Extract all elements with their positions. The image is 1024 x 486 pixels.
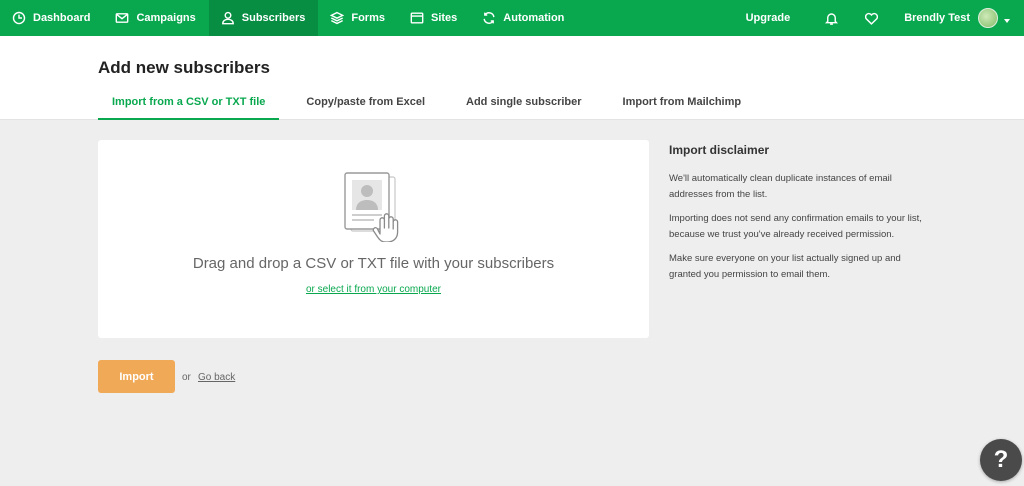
nav-right-group: Upgrade Brendly Test <box>746 0 1024 36</box>
upgrade-link[interactable]: Upgrade <box>746 12 791 24</box>
favorites-button[interactable] <box>864 10 880 26</box>
nav-item-label: Forms <box>351 12 385 24</box>
bell-icon <box>825 12 839 25</box>
nav-item-label: Dashboard <box>33 12 91 24</box>
import-button[interactable]: Import <box>98 360 175 393</box>
select-file-link[interactable]: or select it from your computer <box>98 284 649 295</box>
nav-item-automation[interactable]: Automation <box>470 0 577 36</box>
page-title: Add new subscribers <box>98 58 270 77</box>
disclaimer-paragraph: We'll automatically clean duplicate inst… <box>669 173 892 200</box>
chevron-down-icon <box>1004 19 1010 23</box>
disclaimer-paragraph: Make sure everyone on your list actually… <box>669 253 901 280</box>
heart-icon <box>865 12 879 25</box>
user-menu[interactable]: Brendly Test <box>904 8 1010 28</box>
tab-copy-paste-excel[interactable]: Copy/paste from Excel <box>292 88 439 120</box>
disclaimer-paragraph: Importing does not send any confirmation… <box>669 213 922 240</box>
help-button[interactable]: ? <box>980 439 1022 481</box>
tab-import-csv[interactable]: Import from a CSV or TXT file <box>98 88 280 120</box>
user-name: Brendly Test <box>904 12 970 24</box>
window-icon <box>410 12 424 24</box>
top-navigation: Dashboard Campaigns Subscribers Forms Si… <box>0 0 1024 36</box>
dashboard-icon <box>12 11 26 25</box>
notifications-button[interactable] <box>824 10 840 26</box>
nav-item-label: Campaigns <box>136 12 196 24</box>
layers-icon <box>330 11 345 25</box>
disclaimer-title: Import disclaimer <box>669 143 770 157</box>
tab-add-single-subscriber[interactable]: Add single subscriber <box>452 88 596 120</box>
import-tabs: Import from a CSV or TXT file Copy/paste… <box>98 88 768 120</box>
nav-item-label: Automation <box>503 12 565 24</box>
refresh-icon <box>483 12 495 24</box>
import-disclaimer: Import disclaimer We'll automatically cl… <box>669 143 931 291</box>
user-icon <box>221 11 234 25</box>
question-mark-icon: ? <box>993 446 1009 473</box>
nav-item-sites[interactable]: Sites <box>398 0 470 36</box>
file-drop-zone[interactable]: Drag and drop a CSV or TXT file with you… <box>98 140 649 338</box>
nav-item-subscribers[interactable]: Subscribers <box>208 0 319 36</box>
nav-item-label: Subscribers <box>241 12 306 24</box>
mail-icon <box>116 13 129 23</box>
document-hand-icon <box>344 172 399 242</box>
go-back-link[interactable]: Go back <box>198 372 235 383</box>
avatar <box>978 8 998 28</box>
drop-instructions: Drag and drop a CSV or TXT file with you… <box>192 255 555 272</box>
tab-import-mailchimp[interactable]: Import from Mailchimp <box>609 88 756 120</box>
or-separator: or <box>182 372 191 383</box>
nav-item-forms[interactable]: Forms <box>318 0 398 36</box>
nav-item-campaigns[interactable]: Campaigns <box>103 0 208 36</box>
nav-item-dashboard[interactable]: Dashboard <box>0 0 103 36</box>
nav-item-label: Sites <box>430 12 458 24</box>
page-header: Add new subscribers Import from a CSV or… <box>0 36 1024 120</box>
